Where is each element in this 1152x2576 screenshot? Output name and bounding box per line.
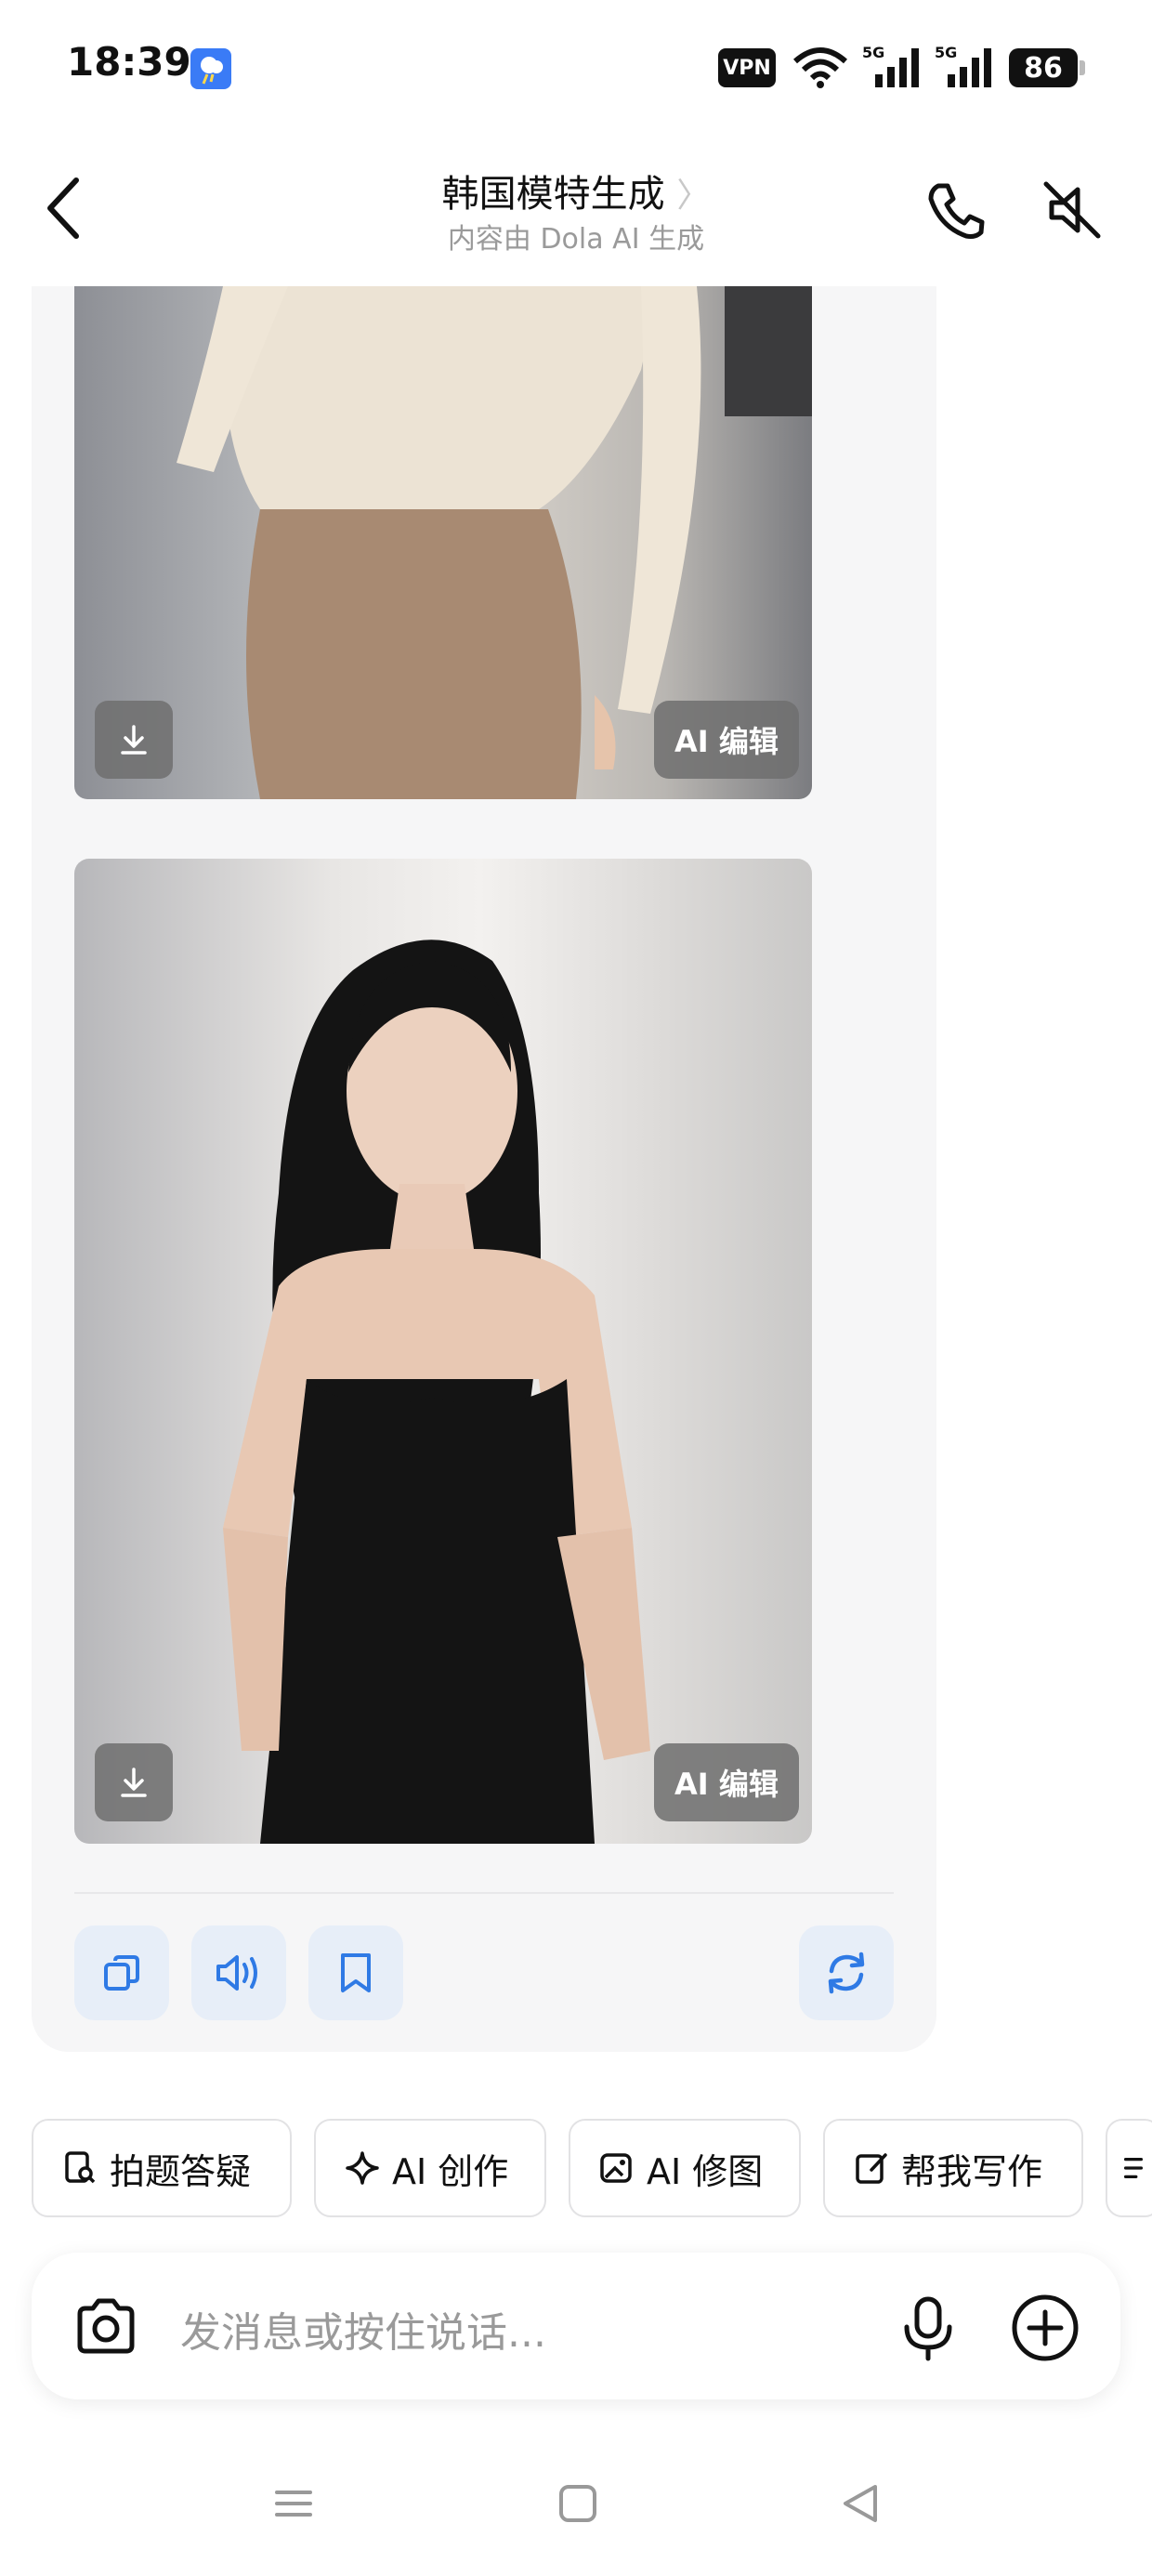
phone-icon bbox=[928, 183, 985, 239]
refresh-icon bbox=[828, 1952, 865, 1994]
chip-ai-retouch[interactable]: AI 修图 bbox=[569, 2119, 801, 2217]
sparkle-icon bbox=[346, 2151, 379, 2185]
download-button-1[interactable] bbox=[95, 701, 173, 779]
wifi-icon bbox=[792, 46, 849, 93]
speaker-icon bbox=[216, 1955, 257, 1991]
signal-icon-1: 5G bbox=[862, 43, 923, 93]
ai-edit-button-1[interactable]: AI 编辑 bbox=[654, 701, 799, 779]
plus-circle-icon bbox=[1012, 2294, 1079, 2361]
search-doc-icon bbox=[65, 2151, 96, 2184]
download-button-2[interactable] bbox=[95, 1743, 173, 1821]
speaker-muted-icon bbox=[1043, 181, 1101, 239]
download-icon bbox=[121, 725, 147, 755]
image-edit-icon bbox=[600, 2153, 632, 2183]
chip-help-write[interactable]: 帮我写作 bbox=[823, 2119, 1083, 2217]
regenerate-button[interactable] bbox=[799, 1925, 894, 2020]
camera-button[interactable] bbox=[71, 2293, 141, 2359]
vpn-badge: VPN bbox=[718, 48, 776, 87]
menu-icon bbox=[275, 2491, 312, 2517]
status-time: 18:39 bbox=[67, 39, 191, 85]
chip-label: AI 修图 bbox=[647, 2150, 764, 2192]
weather-icon bbox=[190, 48, 231, 89]
download-icon bbox=[121, 1768, 147, 1797]
mute-button[interactable] bbox=[1039, 177, 1106, 243]
edit-note-icon bbox=[856, 2153, 887, 2184]
voice-button[interactable] bbox=[897, 2293, 959, 2364]
chevron-right-icon: 〉 bbox=[676, 177, 711, 215]
add-button[interactable] bbox=[1009, 2292, 1081, 2364]
ai-edit-button-2[interactable]: AI 编辑 bbox=[654, 1743, 799, 1821]
generated-image-1[interactable]: AI 编辑 bbox=[74, 286, 812, 799]
bookmark-icon bbox=[341, 1953, 371, 1992]
nav-menu-button[interactable] bbox=[271, 2481, 316, 2530]
signal1-label: 5G bbox=[862, 44, 884, 61]
signal-icon-2: 5G bbox=[935, 43, 996, 93]
message-input[interactable]: 发消息或按住说话... bbox=[180, 2299, 546, 2359]
nav-home-button[interactable] bbox=[556, 2481, 600, 2530]
camera-icon bbox=[77, 2298, 135, 2354]
read-aloud-button[interactable] bbox=[191, 1925, 286, 2020]
bookmark-button[interactable] bbox=[308, 1925, 403, 2020]
chip-more[interactable] bbox=[1106, 2119, 1152, 2217]
battery-indicator: 86 bbox=[1009, 48, 1085, 87]
chip-label: 拍题答疑 bbox=[110, 2150, 252, 2192]
chip-photo-question[interactable]: 拍题答疑 bbox=[32, 2119, 292, 2217]
copy-icon bbox=[104, 1955, 139, 1991]
home-square-icon bbox=[559, 2485, 596, 2522]
chip-label: 帮我写作 bbox=[901, 2150, 1043, 2192]
copy-button[interactable] bbox=[74, 1925, 169, 2020]
microphone-icon bbox=[904, 2296, 952, 2361]
nav-back-button[interactable] bbox=[838, 2481, 883, 2530]
svg-text:5G: 5G bbox=[935, 44, 957, 61]
back-triangle-icon bbox=[844, 2485, 877, 2522]
phone-call-button[interactable] bbox=[923, 177, 990, 243]
model-figure-2 bbox=[223, 940, 650, 1844]
chip-label: AI 创作 bbox=[392, 2150, 509, 2192]
more-chip-icon bbox=[1123, 2158, 1144, 2178]
message-divider bbox=[74, 1892, 894, 1894]
chip-ai-create[interactable]: AI 创作 bbox=[314, 2119, 546, 2217]
generated-image-2[interactable]: AI 编辑 bbox=[74, 859, 812, 1844]
